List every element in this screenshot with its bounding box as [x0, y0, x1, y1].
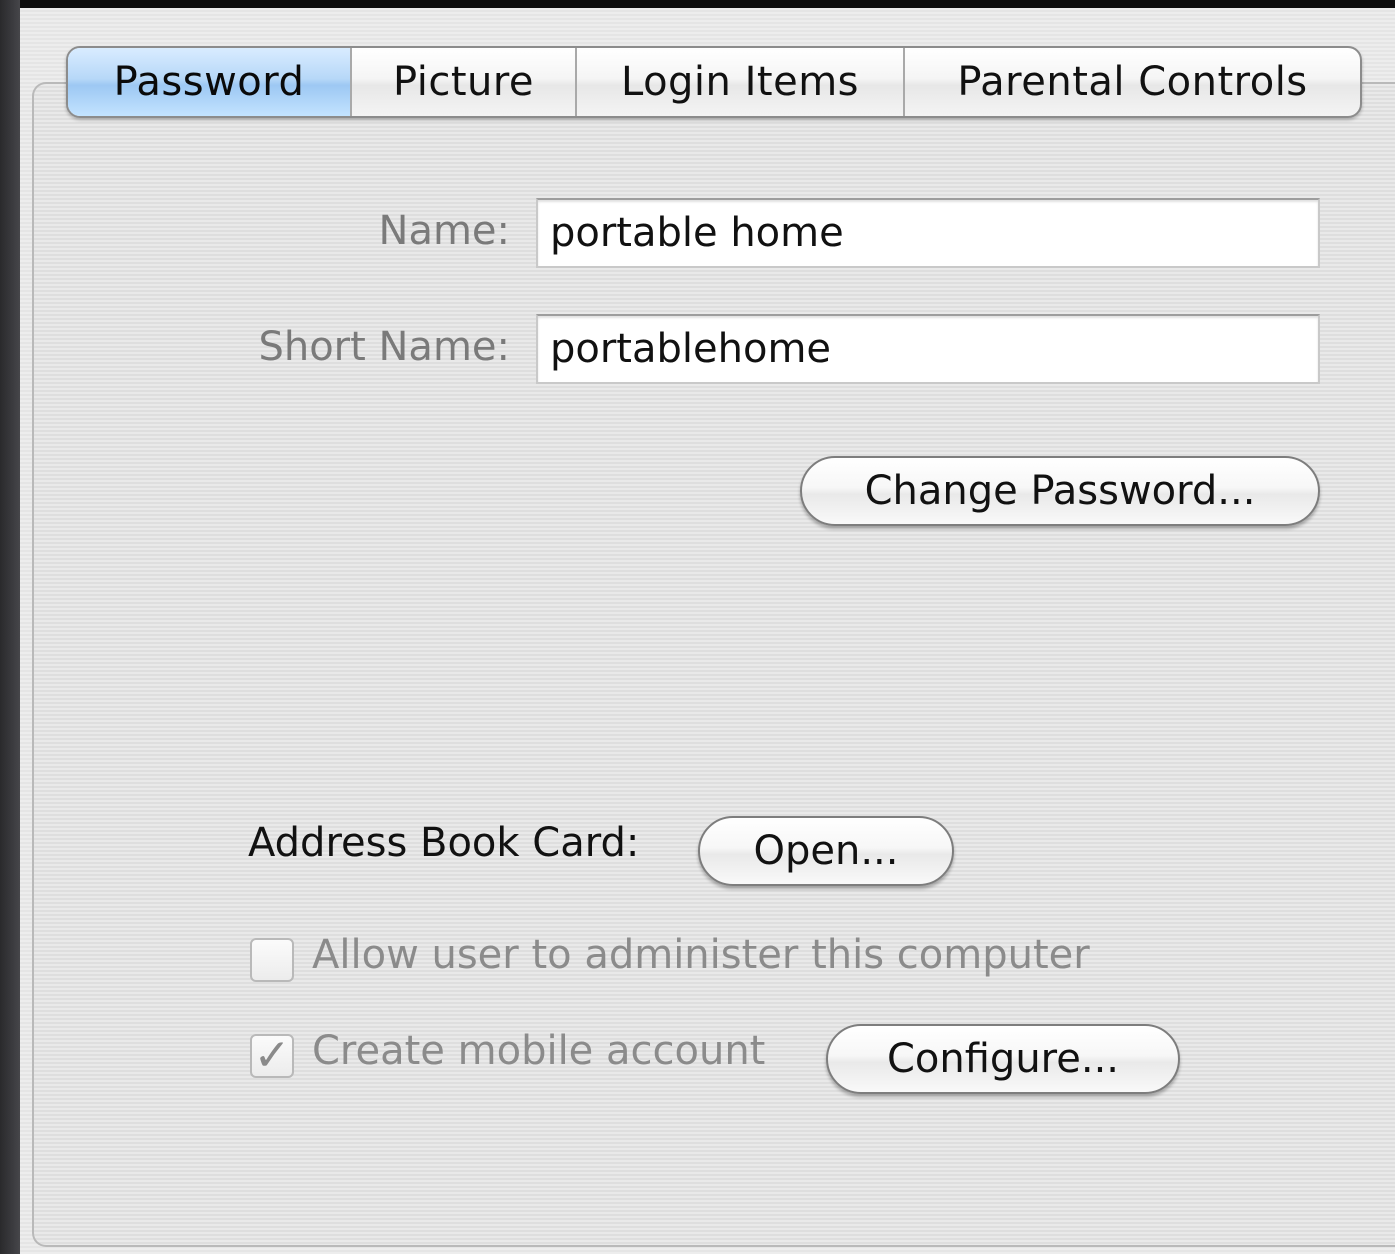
window-left-edge — [0, 0, 20, 1254]
tab-parental-controls[interactable]: Parental Controls — [905, 48, 1360, 116]
short-name-label: Short Name: — [258, 324, 510, 370]
preferences-pane: Password Picture Login Items Parental Co… — [20, 8, 1395, 1254]
name-field[interactable] — [536, 198, 1320, 268]
tab-password[interactable]: Password — [68, 48, 352, 116]
admin-checkbox-label[interactable]: Allow user to administer this computer — [312, 932, 1090, 978]
checkmark-icon: ✓ — [253, 1030, 291, 1081]
mobile-account-checkbox[interactable]: ✓ — [250, 1034, 294, 1078]
name-label: Name: — [378, 208, 510, 254]
change-password-button[interactable]: Change Password... — [800, 456, 1320, 526]
admin-checkbox[interactable] — [250, 938, 294, 982]
address-book-card-label: Address Book Card: — [248, 820, 640, 866]
open-address-card-button[interactable]: Open... — [698, 816, 954, 886]
tab-picture[interactable]: Picture — [352, 48, 577, 116]
window-top-edge — [0, 0, 1395, 8]
short-name-field[interactable] — [536, 314, 1320, 384]
tab-bar: Password Picture Login Items Parental Co… — [66, 46, 1362, 118]
configure-button[interactable]: Configure... — [826, 1024, 1180, 1094]
mobile-account-label[interactable]: Create mobile account — [312, 1028, 765, 1074]
tab-login-items[interactable]: Login Items — [577, 48, 905, 116]
